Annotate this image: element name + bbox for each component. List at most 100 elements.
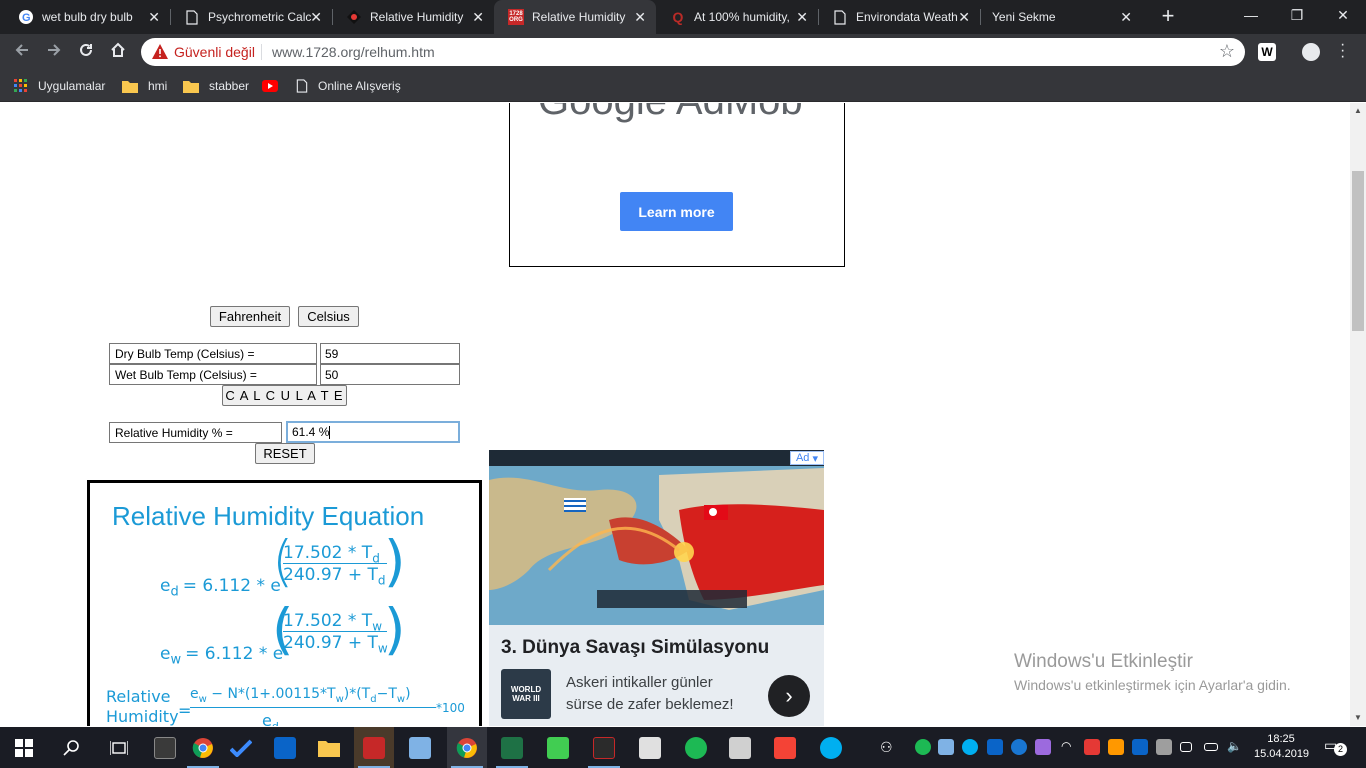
taskbar-chrome-2[interactable] [447,727,487,768]
tray-icon[interactable] [1084,739,1100,755]
reload-button[interactable] [74,40,98,64]
taskbar-calculator[interactable] [145,727,185,768]
bookmark-online-alisveris[interactable]: Online Alışveriş [296,76,401,96]
volume-icon[interactable]: 🔈 [1227,739,1243,755]
close-icon[interactable]: ✕ [958,9,970,25]
close-icon[interactable]: ✕ [310,9,322,25]
taskbar-qt[interactable] [538,727,578,768]
ad-choices-label[interactable]: Ad ▾ [790,451,824,465]
app-icon [593,736,615,759]
bookmark-label: Online Alışveriş [318,79,401,93]
game-ad-headline[interactable]: 3. Dünya Savaşı Simülasyonu [501,637,769,659]
minimize-button[interactable]: — [1228,0,1274,30]
display-icon[interactable] [1180,742,1192,752]
wifi-icon[interactable]: ◠ [1061,739,1077,755]
bluetooth-icon[interactable] [1011,739,1027,755]
dry-bulb-input[interactable]: 59 [320,343,460,364]
back-button[interactable] [10,40,34,64]
tray-icon[interactable] [1108,739,1124,755]
close-icon[interactable]: ✕ [634,9,646,25]
celsius-button[interactable]: Celsius [298,306,359,327]
taskbar-app-4[interactable] [630,727,670,768]
close-icon[interactable]: ✕ [472,9,484,25]
notifications-button[interactable]: ▭ 2 [1324,737,1347,757]
tab-quora[interactable]: Q At 100% humidity, ✕ [656,0,818,34]
taskbar-app-2[interactable] [400,727,440,768]
scrollbar-thumb[interactable] [1352,171,1364,331]
taskbar-chrome[interactable] [183,727,223,768]
skype-tray-icon[interactable] [962,739,978,755]
document-icon [296,79,308,93]
quora-icon: Q [672,9,684,25]
fahrenheit-button[interactable]: Fahrenheit [210,306,290,327]
home-button[interactable] [106,40,130,64]
bookmark-label: hmi [148,79,168,93]
taskbar-app-3[interactable] [584,727,624,768]
taskbar-skype[interactable] [811,727,851,768]
close-icon[interactable]: ✕ [796,9,808,25]
tab-relative-humidity-1[interactable]: Relative Humidity ✕ [332,0,494,34]
clock-date: 15.04.2019 [1254,748,1310,760]
taskbar-app-5[interactable] [720,727,760,768]
security-label[interactable]: Güvenli değil [174,44,255,60]
taskbar-pdf[interactable] [765,727,805,768]
calculate-button[interactable]: C A L C U L A T E [222,385,347,406]
chevron-right-icon[interactable]: › [768,675,810,717]
tray-icon[interactable] [1035,739,1051,755]
folder-icon [183,81,199,93]
taskbar-spotify[interactable] [676,727,716,768]
bookmark-apps[interactable]: Uygulamalar [14,76,105,96]
bookmark-hmi[interactable]: hmi [122,76,167,96]
game-ad[interactable]: Ad ▾ 3. Dünya Savaşı Simülasyonu WORLD W… [489,450,824,726]
close-window-button[interactable]: ✕ [1320,0,1366,30]
taskbar-app-1[interactable] [354,727,394,768]
tray-icon[interactable] [1132,739,1148,755]
bookmark-label: stabber [209,79,250,93]
tab-title: Relative Humidity [532,10,626,24]
start-button[interactable] [4,727,44,768]
wikipedia-extension-icon[interactable]: W [1258,43,1276,61]
tray-icon[interactable] [1156,739,1172,755]
maximize-button[interactable]: ❐ [1274,0,1320,30]
reset-button[interactable]: RESET [255,443,315,464]
tray-icon[interactable] [938,739,954,755]
star-icon[interactable]: ☆ [1219,41,1235,62]
battery-icon[interactable] [1204,743,1218,751]
forward-button[interactable] [42,40,66,64]
tab-wet-bulb[interactable]: G wet bulb dry bulb ✕ [4,0,170,34]
menu-icon[interactable]: · · · [1340,37,1345,65]
weather-extension-icon[interactable] [1302,43,1320,61]
tab-environdata[interactable]: Environdata Weath ✕ [818,0,980,34]
bookmark-youtube[interactable] [262,76,288,96]
admob-ad[interactable]: Google AdMob Learn more [509,103,845,267]
outlook-tray-icon[interactable] [987,739,1003,755]
wet-bulb-input[interactable]: 50 [320,364,460,385]
taskbar-clock[interactable]: 18:25 15.04.2019 [1254,732,1310,762]
people-icon[interactable]: ⚇ [880,739,896,755]
excel-icon [501,736,523,759]
bookmark-stabber[interactable]: stabber [183,76,249,96]
tab-relative-humidity-active[interactable]: 1728 ORG Relative Humidity ✕ [494,0,656,34]
taskbar-outlook[interactable] [265,727,305,768]
task-view-button[interactable] [99,727,139,768]
search-button[interactable] [52,727,92,768]
game-ad-text[interactable]: 3. Dünya Savaşı Simülasyonu WORLD WAR II… [489,625,824,726]
bookmarks-bar: Uygulamalar hmi stabber Online Alışveriş [0,70,1366,102]
tab-new[interactable]: Yeni Sekme ✕ [980,0,1142,34]
ed-lhs: ed = 6.112 * e [160,576,281,600]
relative-humidity-output[interactable]: 61.4 % [286,421,460,443]
spotify-tray-icon[interactable] [915,739,931,755]
dry-bulb-label: Dry Bulb Temp (Celsius) = [109,343,317,364]
google-icon: G [18,9,34,25]
taskbar-file-explorer[interactable] [309,727,349,768]
address-bar[interactable]: Güvenli değil www.1728.org/relhum.htm ☆ [141,38,1245,66]
taskbar-tasks[interactable] [221,727,261,768]
url-text[interactable]: www.1728.org/relhum.htm [272,44,435,60]
close-icon[interactable]: ✕ [1120,9,1132,25]
vertical-scrollbar[interactable]: ▲ ▼ [1350,103,1366,726]
close-icon[interactable]: ✕ [148,9,160,25]
learn-more-button[interactable]: Learn more [620,192,733,231]
new-tab-button[interactable]: + [1156,5,1180,29]
tab-psychrometric[interactable]: Psychrometric Calc ✕ [170,0,332,34]
taskbar-excel[interactable] [492,727,532,768]
